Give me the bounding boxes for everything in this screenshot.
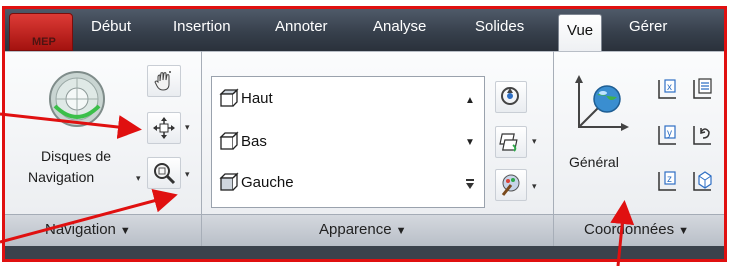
chevron-down-icon: ▼: [119, 225, 131, 237]
ucs-previous-button[interactable]: [687, 119, 717, 151]
view-manager-icon: [501, 87, 519, 105]
hand-icon: [154, 71, 171, 91]
view-item-label: Bas: [241, 132, 267, 150]
zoom-icon: [154, 163, 176, 185]
ucs-list-icon: [693, 78, 712, 99]
tab-gerer[interactable]: Gérer: [629, 18, 667, 35]
zoom-button[interactable]: [147, 157, 181, 189]
application-button[interactable]: MEP: [9, 13, 73, 51]
ucs-x-button[interactable]: x: [652, 73, 682, 105]
ucs-y-button[interactable]: y: [652, 119, 682, 151]
paint-palette-icon: [501, 174, 520, 196]
navigation-panel-title[interactable]: Navigation ▼: [45, 221, 131, 238]
svg-text:y: y: [667, 128, 672, 139]
ucs-general-button[interactable]: [567, 71, 631, 141]
orbit-button[interactable]: [147, 112, 181, 144]
navigation-panel-title-text: Navigation: [45, 221, 116, 238]
ucs-object-icon: [693, 171, 712, 191]
ucs-y-icon: y: [658, 125, 676, 145]
navigation-wheel-label-line1: Disques de: [41, 148, 112, 164]
ucs-object-button[interactable]: [687, 165, 717, 197]
ucs-undo-icon: [693, 126, 711, 145]
view-manager-button[interactable]: [495, 81, 527, 113]
shade-mode-button[interactable]: [495, 169, 527, 201]
ribbon-frame: MEP Début Insertion Annoter Analyse Soli…: [2, 6, 727, 262]
gallery-scroll-down-button[interactable]: ▼: [459, 127, 481, 157]
view-item-label: Haut: [241, 89, 273, 107]
coordinates-panel-title[interactable]: Coordonnées ▼: [584, 221, 689, 238]
chevron-down-icon[interactable]: ▾: [185, 169, 190, 180]
chevron-down-icon[interactable]: ▾: [532, 181, 537, 192]
gallery-scroll-up-button[interactable]: ▲: [459, 85, 481, 115]
tab-vue[interactable]: Vue: [558, 14, 603, 51]
coordinates-panel-title-text: Coordonnées: [584, 221, 675, 238]
tab-analyse[interactable]: Analyse: [373, 18, 426, 35]
appearance-panel-title-text: Apparence: [319, 221, 392, 238]
visual-style-button[interactable]: [495, 126, 527, 158]
svg-text:z: z: [667, 174, 672, 185]
chevron-down-icon: ▼: [395, 225, 407, 237]
tab-debut[interactable]: Début: [91, 18, 131, 35]
tab-insertion[interactable]: Insertion: [173, 18, 231, 35]
ucs-named-button[interactable]: [687, 73, 717, 105]
layers-icon: [499, 133, 518, 152]
steering-wheel-button[interactable]: [45, 66, 109, 136]
cube-bottom-icon: [219, 131, 239, 150]
ucs-general-label: Général: [569, 154, 619, 170]
cube-left-icon: [219, 172, 239, 191]
ucs-x-icon: x: [658, 79, 676, 99]
view-item-bas[interactable]: Bas: [219, 128, 267, 154]
panel-separator: [201, 51, 202, 246]
application-button-label: MEP: [32, 36, 56, 48]
gallery-expand-button[interactable]: [459, 169, 481, 199]
cube-top-icon: [219, 88, 239, 107]
chevron-down-icon[interactable]: ▾: [532, 136, 537, 147]
ucs-z-button[interactable]: z: [652, 165, 682, 197]
drawing-area-edge: [5, 246, 724, 259]
chevron-down-icon: ▼: [678, 225, 689, 237]
view-item-label: Gauche: [241, 173, 294, 191]
ucs-z-icon: z: [658, 171, 676, 191]
tab-solides[interactable]: Solides: [475, 18, 524, 35]
ribbon-tab-bar: MEP Début Insertion Annoter Analyse Soli…: [5, 9, 724, 51]
appearance-panel-title[interactable]: Apparence ▼: [319, 221, 406, 238]
tab-annoter[interactable]: Annoter: [275, 18, 328, 35]
expand-icon: [466, 179, 474, 189]
svg-text:x: x: [667, 82, 672, 93]
view-item-gauche[interactable]: Gauche: [219, 169, 294, 195]
steering-wheel-icon: [49, 71, 105, 127]
navigation-wheel-label-line2: Navigation: [28, 169, 95, 185]
view-item-haut[interactable]: Haut: [219, 85, 273, 111]
chevron-down-icon[interactable]: ▾: [185, 122, 190, 133]
orbit-icon: [153, 117, 175, 139]
panel-separator: [553, 51, 554, 246]
chevron-down-icon[interactable]: ▾: [136, 173, 141, 184]
pan-hand-button[interactable]: [147, 65, 181, 97]
ucs-axes-icon: [575, 75, 629, 131]
